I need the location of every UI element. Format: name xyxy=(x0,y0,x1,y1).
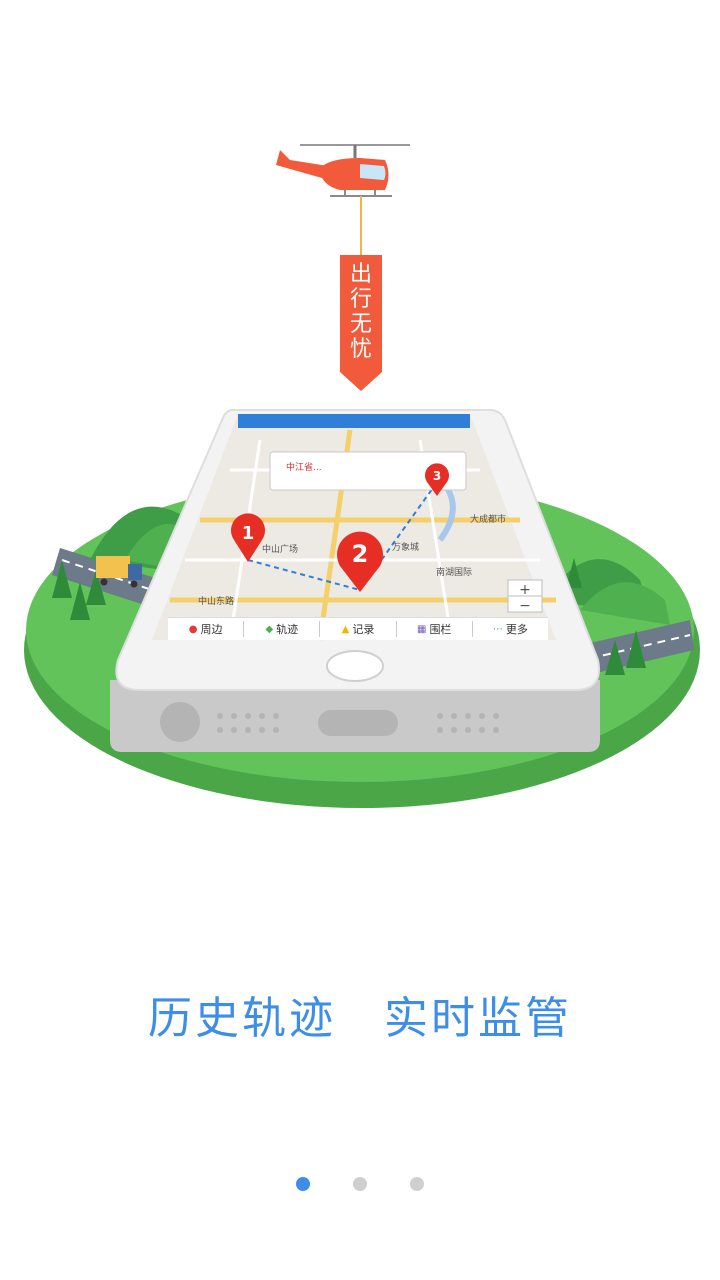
tab-record-label: 记录 xyxy=(352,623,375,636)
warning-icon: ▲ xyxy=(341,623,350,635)
page-dot-3[interactable] xyxy=(410,1177,424,1191)
tab-track[interactable]: ◆ 轨迹 xyxy=(244,621,321,637)
tab-nearby[interactable]: ● 周边 xyxy=(168,621,245,637)
pin-icon: ● xyxy=(188,623,198,635)
tab-fence-label: 围栏 xyxy=(429,623,452,636)
page-indicator xyxy=(0,1177,720,1191)
svg-text:+: + xyxy=(519,582,531,598)
tab-more-label: 更多 xyxy=(505,623,528,636)
marker-1-label[interactable]: 1 xyxy=(238,523,258,544)
phone-tab-bar: ● 周边 ◆ 轨迹 ▲ 记录 ▦ 围栏 ⋯ 更多 xyxy=(168,617,548,640)
headline-right: 实时监管 xyxy=(384,993,572,1044)
banner-slogan-text: 出行无忧 xyxy=(350,262,373,362)
more-icon: ⋯ xyxy=(492,623,503,635)
info-card-text: 中江省... xyxy=(286,463,322,473)
map-label-square: 中山广场 xyxy=(262,545,299,555)
tab-fence[interactable]: ▦ 围栏 xyxy=(397,621,473,637)
helicopter-icon xyxy=(276,144,410,197)
marker-3-label[interactable]: 3 xyxy=(429,469,445,483)
map-label-lake: 南湖国际 xyxy=(436,568,473,578)
track-icon: ◆ xyxy=(265,623,274,635)
marker-2-label[interactable]: 2 xyxy=(346,540,374,568)
tab-track-label: 轨迹 xyxy=(276,623,299,636)
home-button xyxy=(326,650,384,682)
map-label-road: 中山东路 xyxy=(198,597,235,607)
svg-text:−: − xyxy=(519,598,531,614)
page-dot-2[interactable] xyxy=(353,1177,367,1191)
banner-slogan: 出行无忧 xyxy=(340,262,382,362)
map-label-mall: 万象城 xyxy=(392,543,420,553)
tab-more[interactable]: ⋯ 更多 xyxy=(473,621,548,637)
tab-nearby-label: 周边 xyxy=(200,623,223,636)
headphone-jack xyxy=(160,702,200,742)
map-label-city: 大成都市 xyxy=(470,515,507,525)
phone-map-illustration: + − xyxy=(24,144,700,808)
headline-left: 历史轨迹 xyxy=(148,993,336,1044)
fence-icon: ▦ xyxy=(416,623,427,635)
tab-record[interactable]: ▲ 记录 xyxy=(320,621,397,637)
lightning-port xyxy=(318,710,398,736)
headline: 历史轨迹 实时监管 xyxy=(0,982,720,1044)
page-dot-1[interactable] xyxy=(296,1177,310,1191)
